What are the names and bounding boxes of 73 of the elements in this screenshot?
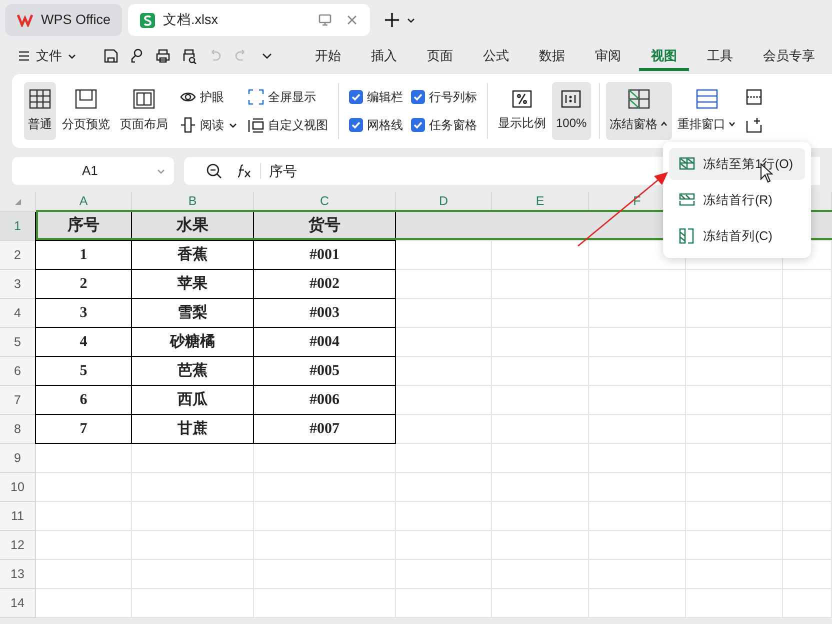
table-cell[interactable]: #006 [254, 386, 396, 415]
menu-tab[interactable]: 页面 [415, 41, 465, 71]
checkbox-label[interactable]: 编辑栏 [367, 88, 403, 106]
menu-tab[interactable]: 插入 [359, 41, 409, 71]
row-header[interactable]: 7 [0, 386, 36, 415]
checkbox-label[interactable]: 任务窗格 [429, 116, 477, 134]
table-cell[interactable]: #004 [254, 328, 396, 357]
checkbox-label[interactable]: 网格线 [367, 116, 403, 134]
ribbon-button[interactable]: 页面布局 [116, 82, 172, 140]
column-header[interactable]: E [492, 192, 589, 212]
row-header[interactable]: 14 [0, 589, 36, 618]
ribbon-button[interactable]: 重排窗口 [674, 82, 740, 140]
table-cell[interactable]: 芭蕉 [132, 357, 254, 386]
table-cell[interactable]: 雪梨 [132, 299, 254, 328]
table-cell[interactable]: 1 [35, 241, 132, 270]
table-cell[interactable]: #005 [254, 357, 396, 386]
table-cell[interactable]: 砂糖橘 [132, 328, 254, 357]
name-box[interactable]: A1 [12, 157, 174, 185]
ribbon-button[interactable]: 显示比例 [494, 82, 550, 140]
row-header[interactable]: 3 [0, 270, 36, 299]
menu-item[interactable]: 冻结首列(C) [669, 220, 805, 252]
table-cell[interactable]: 甘蔗 [132, 415, 254, 444]
menu-tab[interactable]: 开始 [303, 41, 353, 71]
table-cell[interactable]: 2 [35, 270, 132, 299]
column-header[interactable]: A [36, 192, 132, 212]
menu-tab[interactable]: 会员专享 [751, 41, 827, 71]
row-header[interactable]: 1 [0, 212, 36, 241]
document-tab[interactable]: WPS Office [5, 4, 122, 36]
table-cell[interactable]: 水果 [132, 212, 254, 241]
table-cell[interactable]: 苹果 [132, 270, 254, 299]
table-cell[interactable]: 货号 [254, 212, 396, 241]
ribbon-button[interactable]: 100% [552, 82, 591, 140]
table-cell[interactable]: 香蕉 [132, 241, 254, 270]
table-cell[interactable]: 4 [35, 328, 132, 357]
table-cell[interactable]: 6 [35, 386, 132, 415]
ribbon-small-button[interactable]: 护眼 [180, 87, 238, 107]
menu-tab[interactable]: 工具 [695, 41, 745, 71]
row-header[interactable]: 13 [0, 560, 36, 589]
table-cell[interactable]: #003 [254, 299, 396, 328]
table-cell[interactable]: #001 [254, 241, 396, 270]
ribbon-button[interactable]: 分页预览 [58, 82, 114, 140]
column-header[interactable]: C [254, 192, 396, 212]
checkbox-label[interactable]: 行号列标 [429, 88, 477, 106]
ribbon-small-button[interactable]: 阅读 [180, 115, 238, 135]
document-tab[interactable]: 文档.xlsx [128, 4, 370, 36]
table-cell[interactable]: 序号 [35, 212, 132, 241]
file-menu[interactable]: 文件 [36, 46, 77, 66]
row-header[interactable]: 11 [0, 502, 36, 531]
table-cell[interactable]: #007 [254, 415, 396, 444]
column-header[interactable]: B [132, 192, 254, 212]
menu-tab[interactable]: 审阅 [583, 41, 633, 71]
ribbon-button[interactable]: 冻结窗格 [606, 82, 672, 140]
table-cell[interactable]: 7 [35, 415, 132, 444]
row-header[interactable]: 8 [0, 415, 36, 444]
ribbon-small-button[interactable]: 自定义视图 [248, 115, 328, 135]
row-header[interactable]: 9 [0, 444, 36, 473]
menu-tab[interactable]: 数据 [527, 41, 577, 71]
row-header[interactable]: 10 [0, 473, 36, 502]
column-header[interactable]: D [396, 192, 492, 212]
table-cell[interactable]: #002 [254, 270, 396, 299]
row-header[interactable]: 2 [0, 241, 36, 270]
row-header[interactable]: 5 [0, 328, 36, 357]
row-header[interactable]: 4 [0, 299, 36, 328]
menu-tab[interactable]: 视图 [639, 41, 689, 71]
formula-text: 序号 [269, 162, 297, 180]
table-cell[interactable]: 5 [35, 357, 132, 386]
table-cell[interactable]: 3 [35, 299, 132, 328]
row-header[interactable]: 6 [0, 357, 36, 386]
ribbon-small-button[interactable]: 全屏显示 [248, 87, 328, 107]
table-cell[interactable]: 西瓜 [132, 386, 254, 415]
row-header[interactable]: 12 [0, 531, 36, 560]
menu-tab[interactable]: 公式 [471, 41, 521, 71]
ribbon-button[interactable]: 普通 [24, 82, 56, 140]
